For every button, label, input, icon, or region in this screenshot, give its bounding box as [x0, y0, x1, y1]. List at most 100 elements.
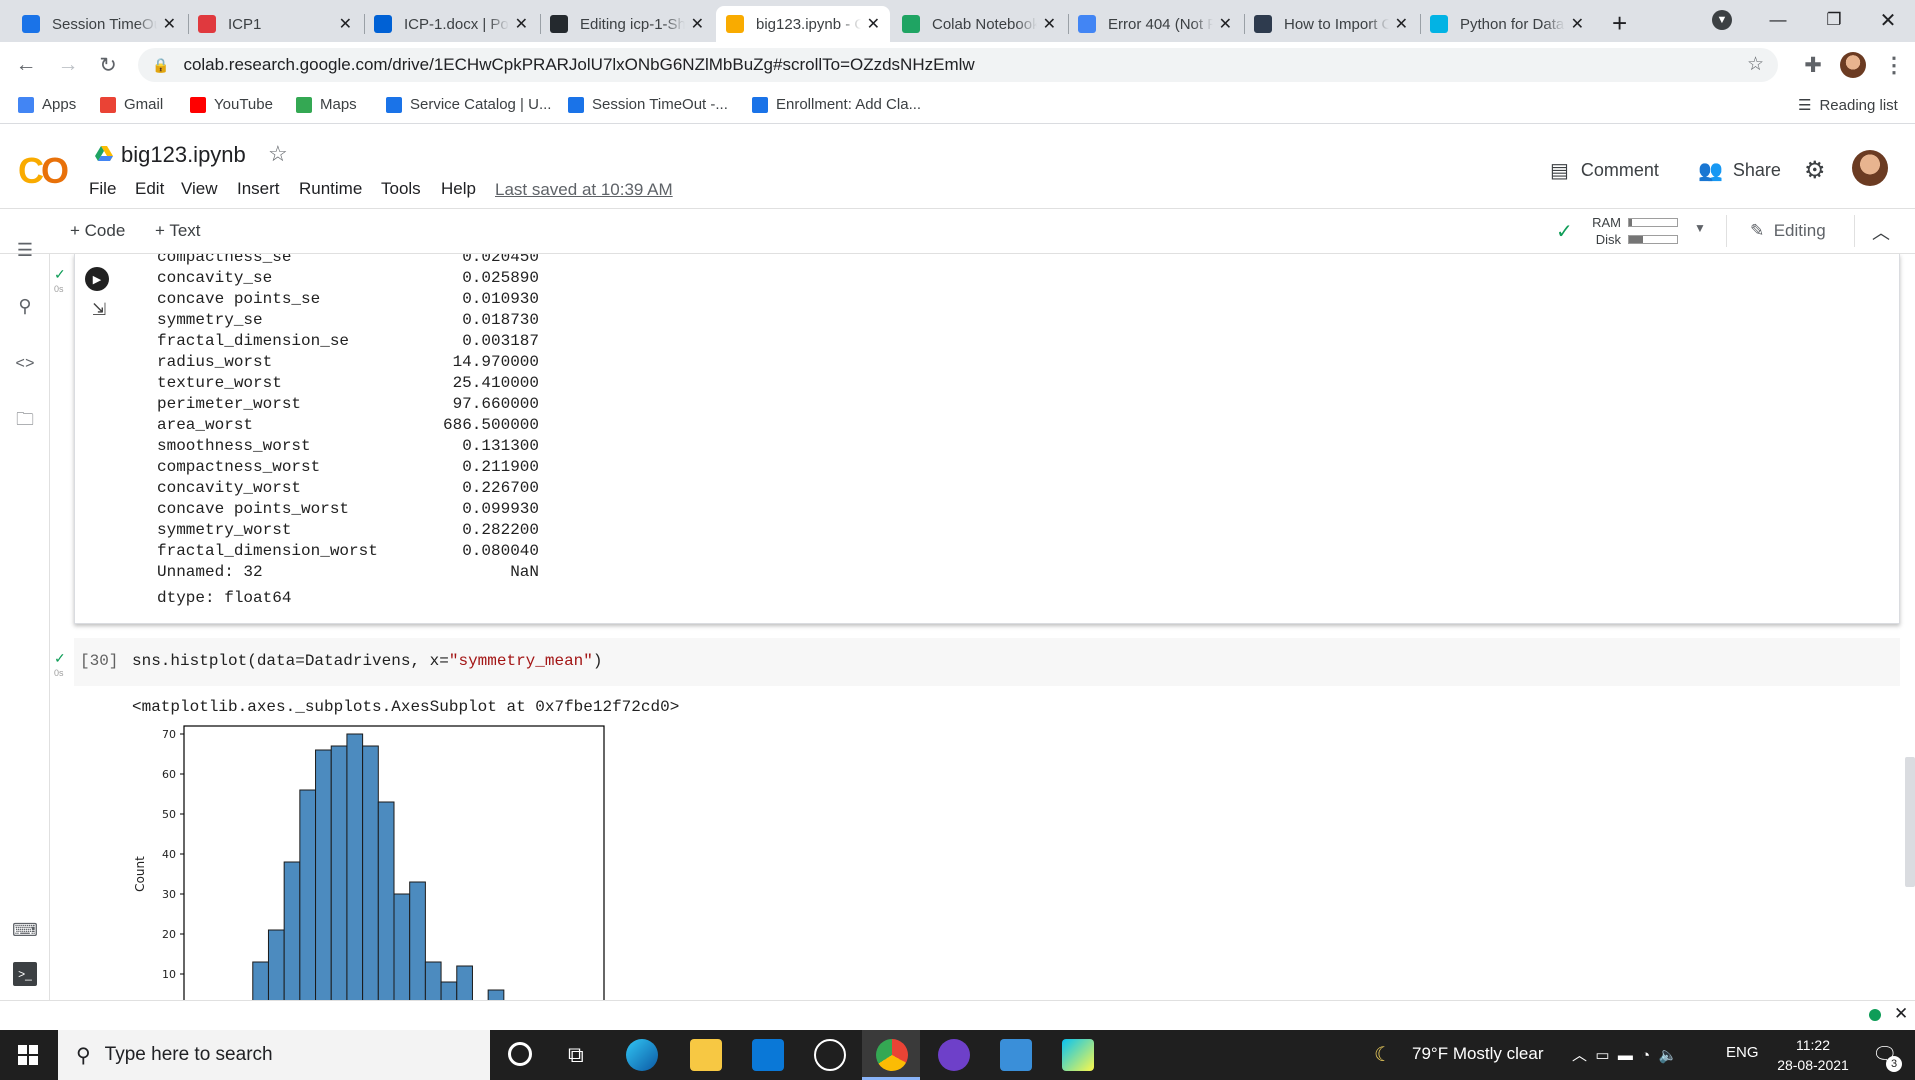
settings-gear-icon[interactable]: ⚙ [1804, 156, 1826, 185]
file-explorer-icon[interactable] [690, 1039, 722, 1071]
browser-toolbar: ← → ↻ 🔒 colab.research.google.com/drive/… [0, 42, 1915, 88]
tab-close-icon[interactable]: ✕ [1219, 14, 1232, 34]
search-icon[interactable]: ⚲ [13, 294, 37, 318]
close-status-icon[interactable]: ✕ [1894, 1004, 1908, 1024]
close-window-icon[interactable]: ✕ [1862, 0, 1914, 40]
code-snippets-icon[interactable]: <> [13, 352, 37, 376]
language-indicator[interactable]: ENG [1726, 1044, 1759, 1061]
histogram-bar [299, 789, 317, 1000]
connected-check-icon: ✓ [1556, 221, 1573, 243]
extensions-icon[interactable]: ✚ [1799, 51, 1827, 79]
series-value: 0.003187 [462, 332, 539, 350]
control-panel-icon[interactable] [1000, 1039, 1032, 1071]
chrome-menu-icon[interactable]: ⋮ [1880, 51, 1908, 79]
task-view-icon[interactable]: ⧉ [568, 1042, 584, 1068]
menu-edit[interactable]: Edit [135, 179, 164, 199]
github-desktop-icon[interactable] [938, 1039, 970, 1071]
resources-dropdown-icon[interactable]: ▼ [1694, 221, 1706, 235]
tab-title: Session TimeOut [52, 15, 157, 33]
table-of-contents-icon[interactable]: ☰ [13, 238, 37, 262]
profile-avatar[interactable] [1840, 52, 1866, 78]
bookmark-2[interactable]: Gmail [100, 96, 163, 113]
notebook-title[interactable]: big123.ipynb [121, 142, 246, 168]
terminal-icon[interactable]: >_ [13, 962, 37, 986]
last-saved-link[interactable]: Last saved at 10:39 AM [495, 180, 673, 200]
tab-canvas[interactable]: ICP1 ✕ [188, 6, 362, 42]
menu-help[interactable]: Help [441, 179, 476, 199]
tab-close-icon[interactable]: ✕ [163, 14, 176, 34]
chrome-icon[interactable] [876, 1039, 908, 1071]
files-folder-icon[interactable]: 🗀 [13, 409, 37, 434]
histogram-bar [315, 749, 332, 1000]
windows-start-icon[interactable] [18, 1045, 38, 1065]
menu-runtime[interactable]: Runtime [299, 179, 362, 199]
code-cell[interactable]: [30] sns.histplot(data=Datadrivens, x="s… [74, 638, 1900, 686]
tab-close-icon[interactable]: ✕ [1395, 14, 1408, 34]
taskbar-search[interactable]: ⚲ Type here to search [58, 1030, 490, 1080]
add-code-button[interactable]: + Code [70, 221, 125, 241]
tab-salesforce[interactable]: Session TimeOut ✕ [12, 6, 186, 42]
share-button[interactable]: 👥 Share [1698, 158, 1781, 183]
scrollbar-thumb[interactable] [1905, 757, 1915, 887]
tab-box[interactable]: ICP-1.docx | Powered by Box ✕ [364, 6, 538, 42]
command-palette-icon[interactable]: ⌨ [12, 918, 38, 942]
resources-labels[interactable]: RAM Disk [1585, 214, 1621, 248]
bookmark-5[interactable]: Service Catalog | U... [386, 96, 551, 113]
service-icon [386, 96, 402, 113]
tray-icons[interactable]: ︿ ▭ ▬ ◔ 🔈 [1572, 1044, 1677, 1065]
mail-icon[interactable] [752, 1039, 784, 1071]
clock-time: 11:22 [1796, 1037, 1830, 1053]
cortana-icon[interactable] [508, 1042, 532, 1066]
menu-file[interactable]: File [89, 179, 116, 199]
new-tab-button[interactable]: + [1612, 8, 1627, 39]
minimize-icon[interactable]: — [1752, 0, 1804, 40]
user-avatar[interactable] [1852, 150, 1888, 186]
reading-list-button[interactable]: ☰ Reading list [1798, 96, 1898, 115]
weather-text[interactable]: 79°F Mostly clear [1412, 1044, 1544, 1064]
histogram-bar [362, 745, 379, 1000]
menu-tools[interactable]: Tools [381, 179, 421, 199]
tab-close-icon[interactable]: ✕ [867, 14, 880, 34]
tab-close-icon[interactable]: ✕ [339, 14, 352, 34]
address-bar[interactable]: 🔒 colab.research.google.com/drive/1ECHwC… [138, 48, 1778, 82]
tab-colab[interactable]: big123.ipynb - Colaboratory ✕ [716, 6, 890, 42]
clock[interactable]: 11:22 28-08-2021 [1770, 1035, 1856, 1075]
bookmark-3[interactable]: YouTube [190, 96, 273, 113]
forward-icon[interactable]: → [54, 51, 82, 79]
bookmark-7[interactable]: Enrollment: Add Cla... [752, 96, 921, 113]
webstorm-icon[interactable] [1062, 1039, 1094, 1071]
tab-close-icon[interactable]: ✕ [1043, 14, 1056, 34]
code-line[interactable]: sns.histplot(data=Datadrivens, x="symmet… [132, 651, 603, 672]
tab-tds[interactable]: How to Import CSV ✕ [1244, 6, 1418, 42]
tab-github[interactable]: Editing icp-1-Sheet ✕ [540, 6, 714, 42]
tab-drive[interactable]: Colab Notebooks ✕ [892, 6, 1066, 42]
colab-logo[interactable]: CO [18, 150, 69, 192]
url-text: colab.research.google.com/drive/1ECHwCpk… [183, 55, 975, 74]
tab-close-icon[interactable]: ✕ [1571, 14, 1584, 34]
comment-button[interactable]: ▤ Comment [1550, 158, 1659, 183]
edge-icon[interactable] [626, 1039, 658, 1071]
menu-view[interactable]: View [181, 179, 218, 199]
editing-mode-button[interactable]: ✎ Editing [1750, 221, 1826, 241]
bookmark-4[interactable]: Maps [296, 96, 357, 113]
star-icon[interactable]: ☆ [268, 141, 288, 167]
share-label: Share [1732, 160, 1781, 180]
series-value: 0.282200 [462, 521, 539, 539]
menu-insert[interactable]: Insert [237, 179, 280, 199]
tab-udacity[interactable]: Python for Data Science ✕ [1420, 6, 1594, 42]
back-icon[interactable]: ← [12, 51, 40, 79]
restore-icon[interactable]: ❐ [1808, 0, 1860, 40]
tab-close-icon[interactable]: ✕ [691, 14, 704, 34]
tab-google[interactable]: Error 404 (Not Found) ✕ [1068, 6, 1242, 42]
dell-icon[interactable] [814, 1039, 846, 1071]
reload-icon[interactable]: ↻ [94, 51, 122, 79]
tab-search-icon[interactable]: ▼ [1712, 10, 1732, 30]
disk-meter [1628, 235, 1678, 244]
series-value: 0.211900 [462, 458, 539, 476]
collapse-header-icon[interactable]: ︿ [1872, 219, 1890, 245]
bookmark-6[interactable]: Session TimeOut -... [568, 96, 728, 113]
bookmark-1[interactable]: Apps [18, 96, 76, 113]
tab-close-icon[interactable]: ✕ [515, 14, 528, 34]
add-text-button[interactable]: + Text [155, 221, 201, 241]
bookmark-star-icon[interactable]: ☆ [1747, 53, 1764, 76]
